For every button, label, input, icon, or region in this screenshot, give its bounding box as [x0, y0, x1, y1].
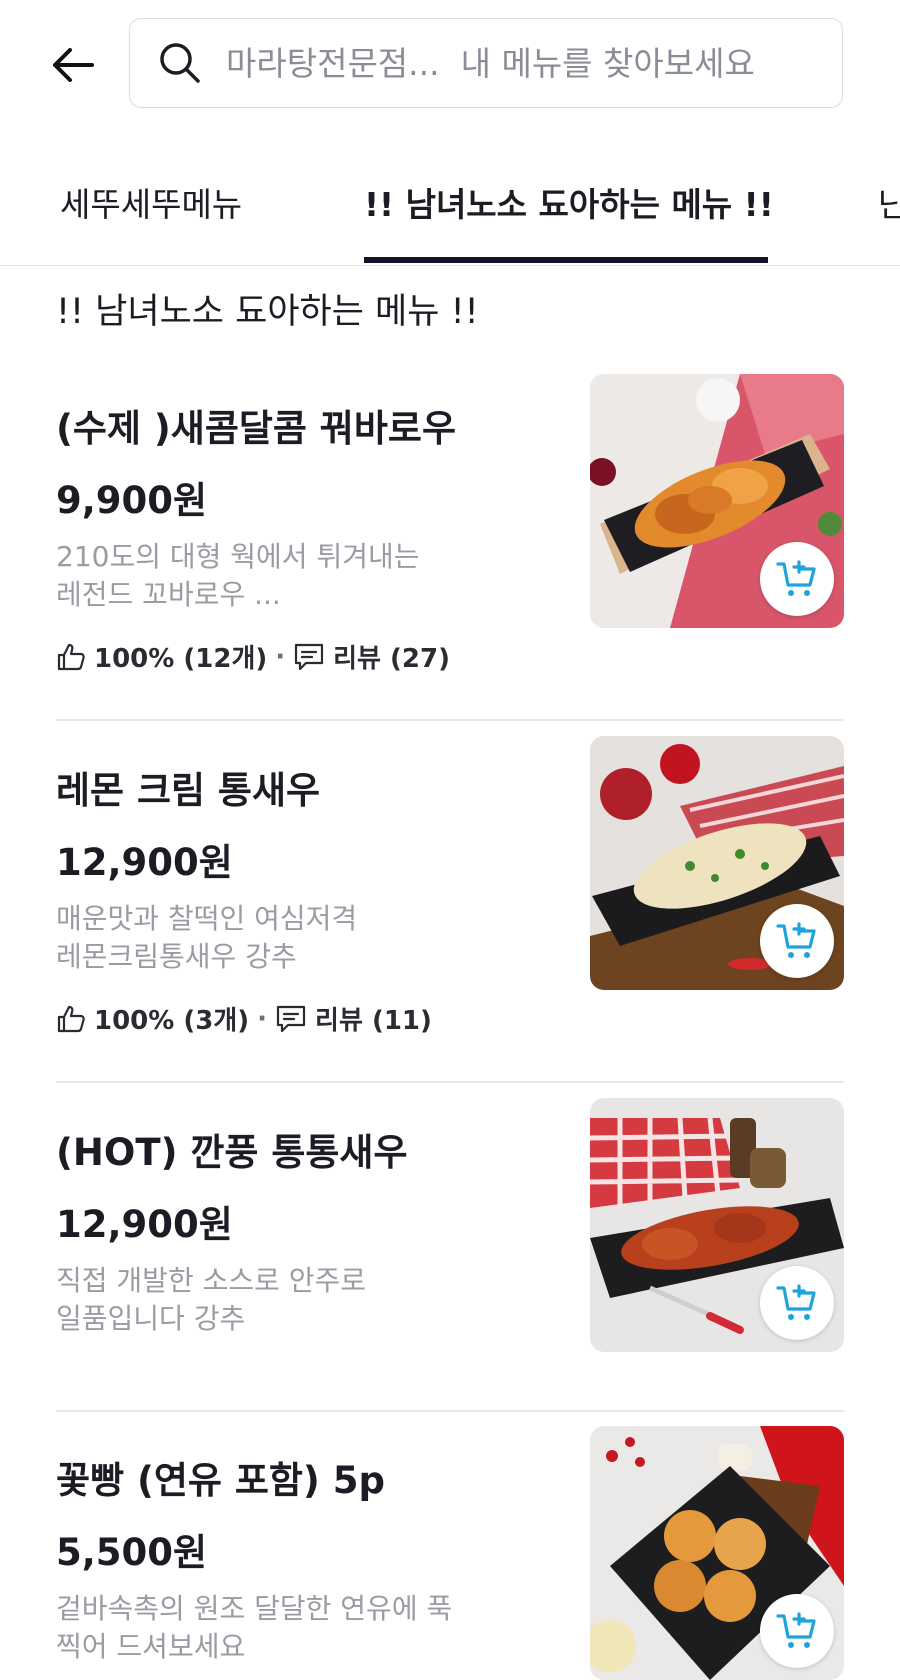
review-count[interactable]: 리뷰 (11): [315, 1000, 432, 1037]
thumbs-up-icon: [56, 1004, 86, 1034]
description-line: 레전드 꼬바로우 ...: [56, 578, 281, 611]
add-to-cart-button[interactable]: [760, 904, 834, 978]
cart-add-icon: [776, 922, 816, 958]
add-to-cart-button[interactable]: [760, 1266, 834, 1340]
description-line: 찍어 드셔보세요: [56, 1630, 246, 1663]
menu-item-name: (수제 )새콤달콤 꿔바로우: [56, 407, 456, 450]
description-line: 레몬크림통새우 강추: [56, 940, 297, 973]
thumbs-up-icon: [56, 642, 86, 672]
review-count[interactable]: 리뷰 (27): [333, 638, 450, 675]
cart-add-icon: [776, 560, 816, 596]
menu-item-price: 9,900원: [56, 479, 208, 522]
active-tab-indicator: [364, 257, 768, 263]
search-icon: [158, 41, 202, 85]
separator-dot: ·: [275, 641, 286, 672]
menu-item-description: 210도의 대형 웍에서 튀겨내는 레전드 꼬바로우 ...: [56, 538, 516, 614]
search-box[interactable]: [129, 18, 843, 108]
menu-item-photo: [590, 1098, 844, 1352]
menu-item-photo: [590, 1426, 844, 1680]
description-line: 210도의 대형 웍에서 튀겨내는: [56, 540, 420, 573]
like-rate: 100% (12개): [94, 644, 268, 674]
add-to-cart-button[interactable]: [760, 1594, 834, 1668]
description-line: 일품입니다 강추: [56, 1302, 246, 1335]
comment-icon: [293, 641, 325, 673]
comment-icon: [275, 1003, 307, 1035]
menu-item-description: 겉바속촉의 원조 달달한 연유에 푹 찍어 드셔보세요: [56, 1590, 516, 1666]
menu-item-photo: [590, 736, 844, 990]
menu-item-description: 매운맛과 찰떡인 여심저격 레몬크림통새우 강추: [56, 900, 516, 976]
tab-set-menu[interactable]: 세뚜세뚜메뉴: [60, 178, 242, 226]
back-button[interactable]: [48, 40, 98, 90]
separator-dot: ·: [257, 1003, 268, 1034]
arrow-left-icon: [53, 48, 94, 82]
description-line: 매운맛과 찰떡인 여심저격: [56, 902, 358, 935]
menu-item-price: 12,900원: [56, 1203, 233, 1246]
menu-item-meta: 100% (3개) · 리뷰 (11): [56, 1000, 432, 1037]
menu-item-meta: 100% (12개) · 리뷰 (27): [56, 638, 450, 675]
add-to-cart-button[interactable]: [760, 542, 834, 616]
divider: [56, 719, 844, 721]
cart-add-icon: [776, 1284, 816, 1320]
like-rate: 100% (3개): [94, 1006, 250, 1036]
menu-item-price: 12,900원: [56, 841, 233, 884]
cart-add-icon: [776, 1612, 816, 1648]
tab-next-category[interactable]: 난: [878, 178, 900, 226]
category-tabs: 세뚜세뚜메뉴 !! 남녀노소 됴아하는 메뉴 !! 난: [0, 160, 900, 266]
description-line: 겉바속촉의 원조 달달한 연유에 푹: [56, 1592, 453, 1625]
menu-item-photo: [590, 374, 844, 628]
tab-popular-menu[interactable]: !! 남녀노소 됴아하는 메뉴 !!: [364, 178, 774, 226]
menu-item-price: 5,500원: [56, 1531, 208, 1574]
description-line: 직접 개발한 소스로 안주로: [56, 1264, 367, 1297]
top-bar: [0, 0, 900, 130]
menu-item-name: 레몬 크림 통새우: [56, 769, 321, 812]
search-input[interactable]: [224, 42, 818, 84]
menu-item-name: 꽃빵 (연유 포함) 5p: [56, 1459, 385, 1502]
menu-item-description: 직접 개발한 소스로 안주로 일품입니다 강추: [56, 1262, 516, 1338]
section-title: !! 남녀노소 됴아하는 메뉴 !!: [56, 292, 479, 332]
divider: [56, 1081, 844, 1083]
divider: [56, 1410, 844, 1412]
menu-item-name: (HOT) 깐풍 통통새우: [56, 1131, 408, 1174]
